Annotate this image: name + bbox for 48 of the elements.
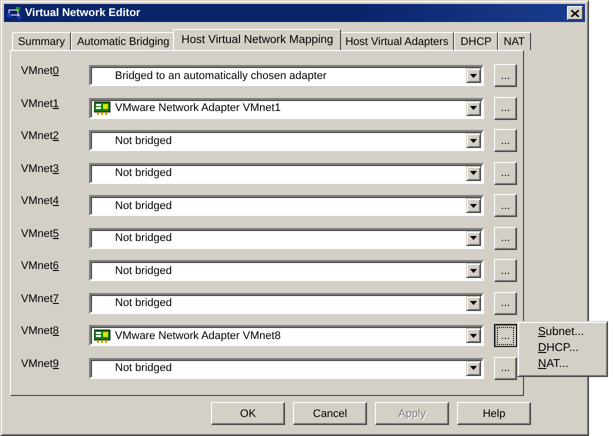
options-button[interactable]: ... xyxy=(494,324,517,347)
window-title: Virtual Network Editor xyxy=(25,7,142,19)
network-label: VMnet7 xyxy=(21,292,60,304)
tab[interactable]: DHCP xyxy=(454,32,498,50)
network-label: VMnet0 xyxy=(21,65,60,77)
close-button[interactable] xyxy=(567,6,583,20)
adapter-dropdown[interactable]: Not bridged xyxy=(89,358,484,378)
network-label: VMnet6 xyxy=(21,260,60,272)
tab[interactable]: Automatic Bridging xyxy=(71,32,176,50)
menu-item[interactable]: Subnet... xyxy=(520,325,605,341)
network-label: VMnet9 xyxy=(21,358,60,370)
adapter-dropdown[interactable]: Not bridged xyxy=(89,228,484,248)
network-card-icon xyxy=(94,101,112,115)
options-button[interactable]: ... xyxy=(494,356,517,380)
adapter-dropdown[interactable]: Not bridged xyxy=(89,162,484,184)
adapter-dropdown[interactable]: Bridged to an automatically chosen adapter xyxy=(89,65,484,86)
adapter-dropdown[interactable]: Not bridged xyxy=(89,260,484,281)
menu-item[interactable]: DHCP... xyxy=(520,341,605,357)
tab[interactable]: Host Virtual Network Mapping xyxy=(173,29,342,50)
tab[interactable]: Host Virtual Adapters xyxy=(339,32,454,50)
dialog-button[interactable]: OK xyxy=(211,402,285,425)
adapter-dropdown[interactable]: Not bridged xyxy=(89,292,484,314)
options-button[interactable]: ... xyxy=(494,194,517,217)
network-icon xyxy=(6,5,22,21)
network-label: VMnet8 xyxy=(21,325,60,337)
tab[interactable]: NAT xyxy=(498,32,531,50)
options-button[interactable]: ... xyxy=(494,96,517,120)
dialog-button[interactable]: Help xyxy=(457,402,531,425)
options-button[interactable]: ... xyxy=(494,162,517,184)
options-button[interactable]: ... xyxy=(494,259,517,282)
options-button[interactable]: ... xyxy=(494,129,517,152)
dialog-button[interactable]: Cancel xyxy=(293,402,367,425)
tab[interactable]: Summary xyxy=(12,32,72,50)
network-label: VMnet4 xyxy=(21,195,60,207)
network-label: VMnet1 xyxy=(21,98,60,110)
adapter-dropdown[interactable]: Not bridged xyxy=(89,195,484,216)
adapter-dropdown[interactable]: Not bridged xyxy=(89,130,484,151)
options-button[interactable]: ... xyxy=(494,226,517,250)
network-label: VMnet5 xyxy=(21,228,60,240)
network-card-icon xyxy=(94,328,112,342)
menu-item[interactable]: NAT... xyxy=(520,357,605,373)
options-button[interactable]: ... xyxy=(494,292,517,314)
network-label: VMnet2 xyxy=(21,130,60,142)
close-icon xyxy=(571,10,579,16)
adapter-dropdown[interactable]: VMware Network Adapter VMnet8 xyxy=(89,325,484,346)
adapter-dropdown[interactable]: VMware Network Adapter VMnet1 xyxy=(89,98,484,118)
options-button[interactable]: ... xyxy=(494,64,517,87)
network-label: VMnet3 xyxy=(21,162,60,174)
